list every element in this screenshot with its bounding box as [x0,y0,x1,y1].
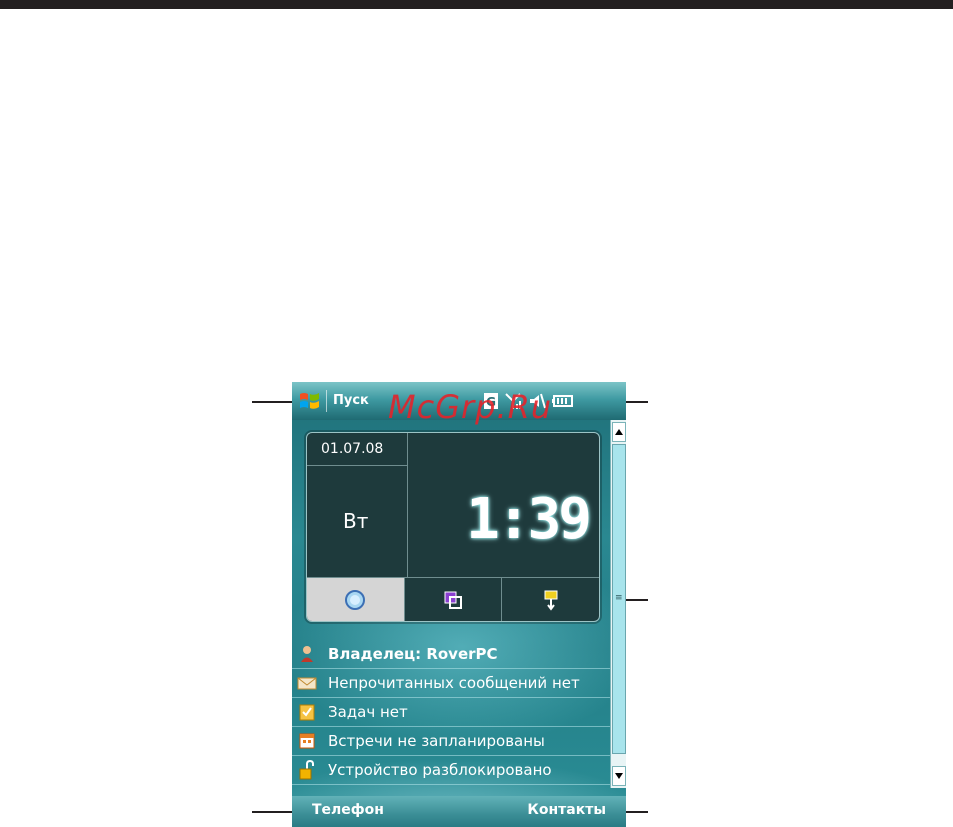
tab-settings[interactable] [502,578,599,621]
list-item-device-lock[interactable]: Устройство разблокировано [292,756,610,785]
battery-icon[interactable] [552,393,574,409]
owner-label: Владелец: RoverPC [328,645,498,663]
tasks-icon [296,703,318,721]
list-item-owner[interactable]: Владелец: RoverPC [292,640,610,669]
callout-line-left-softkey [252,811,296,813]
scroll-thumb[interactable]: ≡ [612,444,626,754]
scroll-down-button[interactable] [612,766,626,786]
unlock-icon [296,760,318,780]
owner-icon [296,645,318,663]
windows-tab-icon [444,591,462,609]
scroll-up-button[interactable] [612,422,626,442]
list-item-messages[interactable]: Непрочитанных сообщений нет [292,669,610,698]
messages-label: Непрочитанных сообщений нет [328,674,580,692]
day-label: Вт [343,509,369,533]
callout-line-start [252,401,296,403]
list-item-tasks[interactable]: Задач нет [292,698,610,727]
settings-tab-icon [544,590,558,611]
list-item-appointments[interactable]: Встречи не запланированы [292,727,610,756]
appointments-label: Встречи не запланированы [328,732,545,750]
softkey-left-phone[interactable]: Телефон [312,802,384,818]
start-button[interactable]: Пуск [326,390,369,412]
arrow-down-icon [615,773,623,779]
watermark-text: McGrp.Ru [388,388,553,426]
windows-logo-icon[interactable] [298,389,322,413]
arrow-up-icon [615,429,623,435]
softkey-right-contacts[interactable]: Контакты [527,802,606,818]
date-label: 01.07.08 [307,433,408,466]
scroll-grip-icon: ≡ [615,593,623,603]
device-lock-label: Устройство разблокировано [328,761,552,779]
time-display: 1:39 [466,487,592,552]
clock-tab-icon [345,590,366,610]
today-list: Владелец: RoverPC Непрочитанных сообщени… [292,640,610,785]
clock-tabs [307,577,599,621]
tab-windows[interactable] [405,578,503,621]
tab-clock[interactable] [307,578,405,621]
device-screen: Пуск G McGrp.Ru ≡ 01.07.08 Вт 1:39 Владе… [292,382,626,827]
calendar-icon [296,732,318,750]
envelope-icon [296,675,318,691]
top-rule [0,0,953,9]
vertical-scrollbar[interactable]: ≡ [610,420,626,788]
clock-panel[interactable]: 01.07.08 Вт 1:39 [306,432,600,622]
softkey-bar: Телефон Контакты [292,796,626,827]
tasks-label: Задач нет [328,703,408,721]
day-column: Вт [307,465,408,577]
